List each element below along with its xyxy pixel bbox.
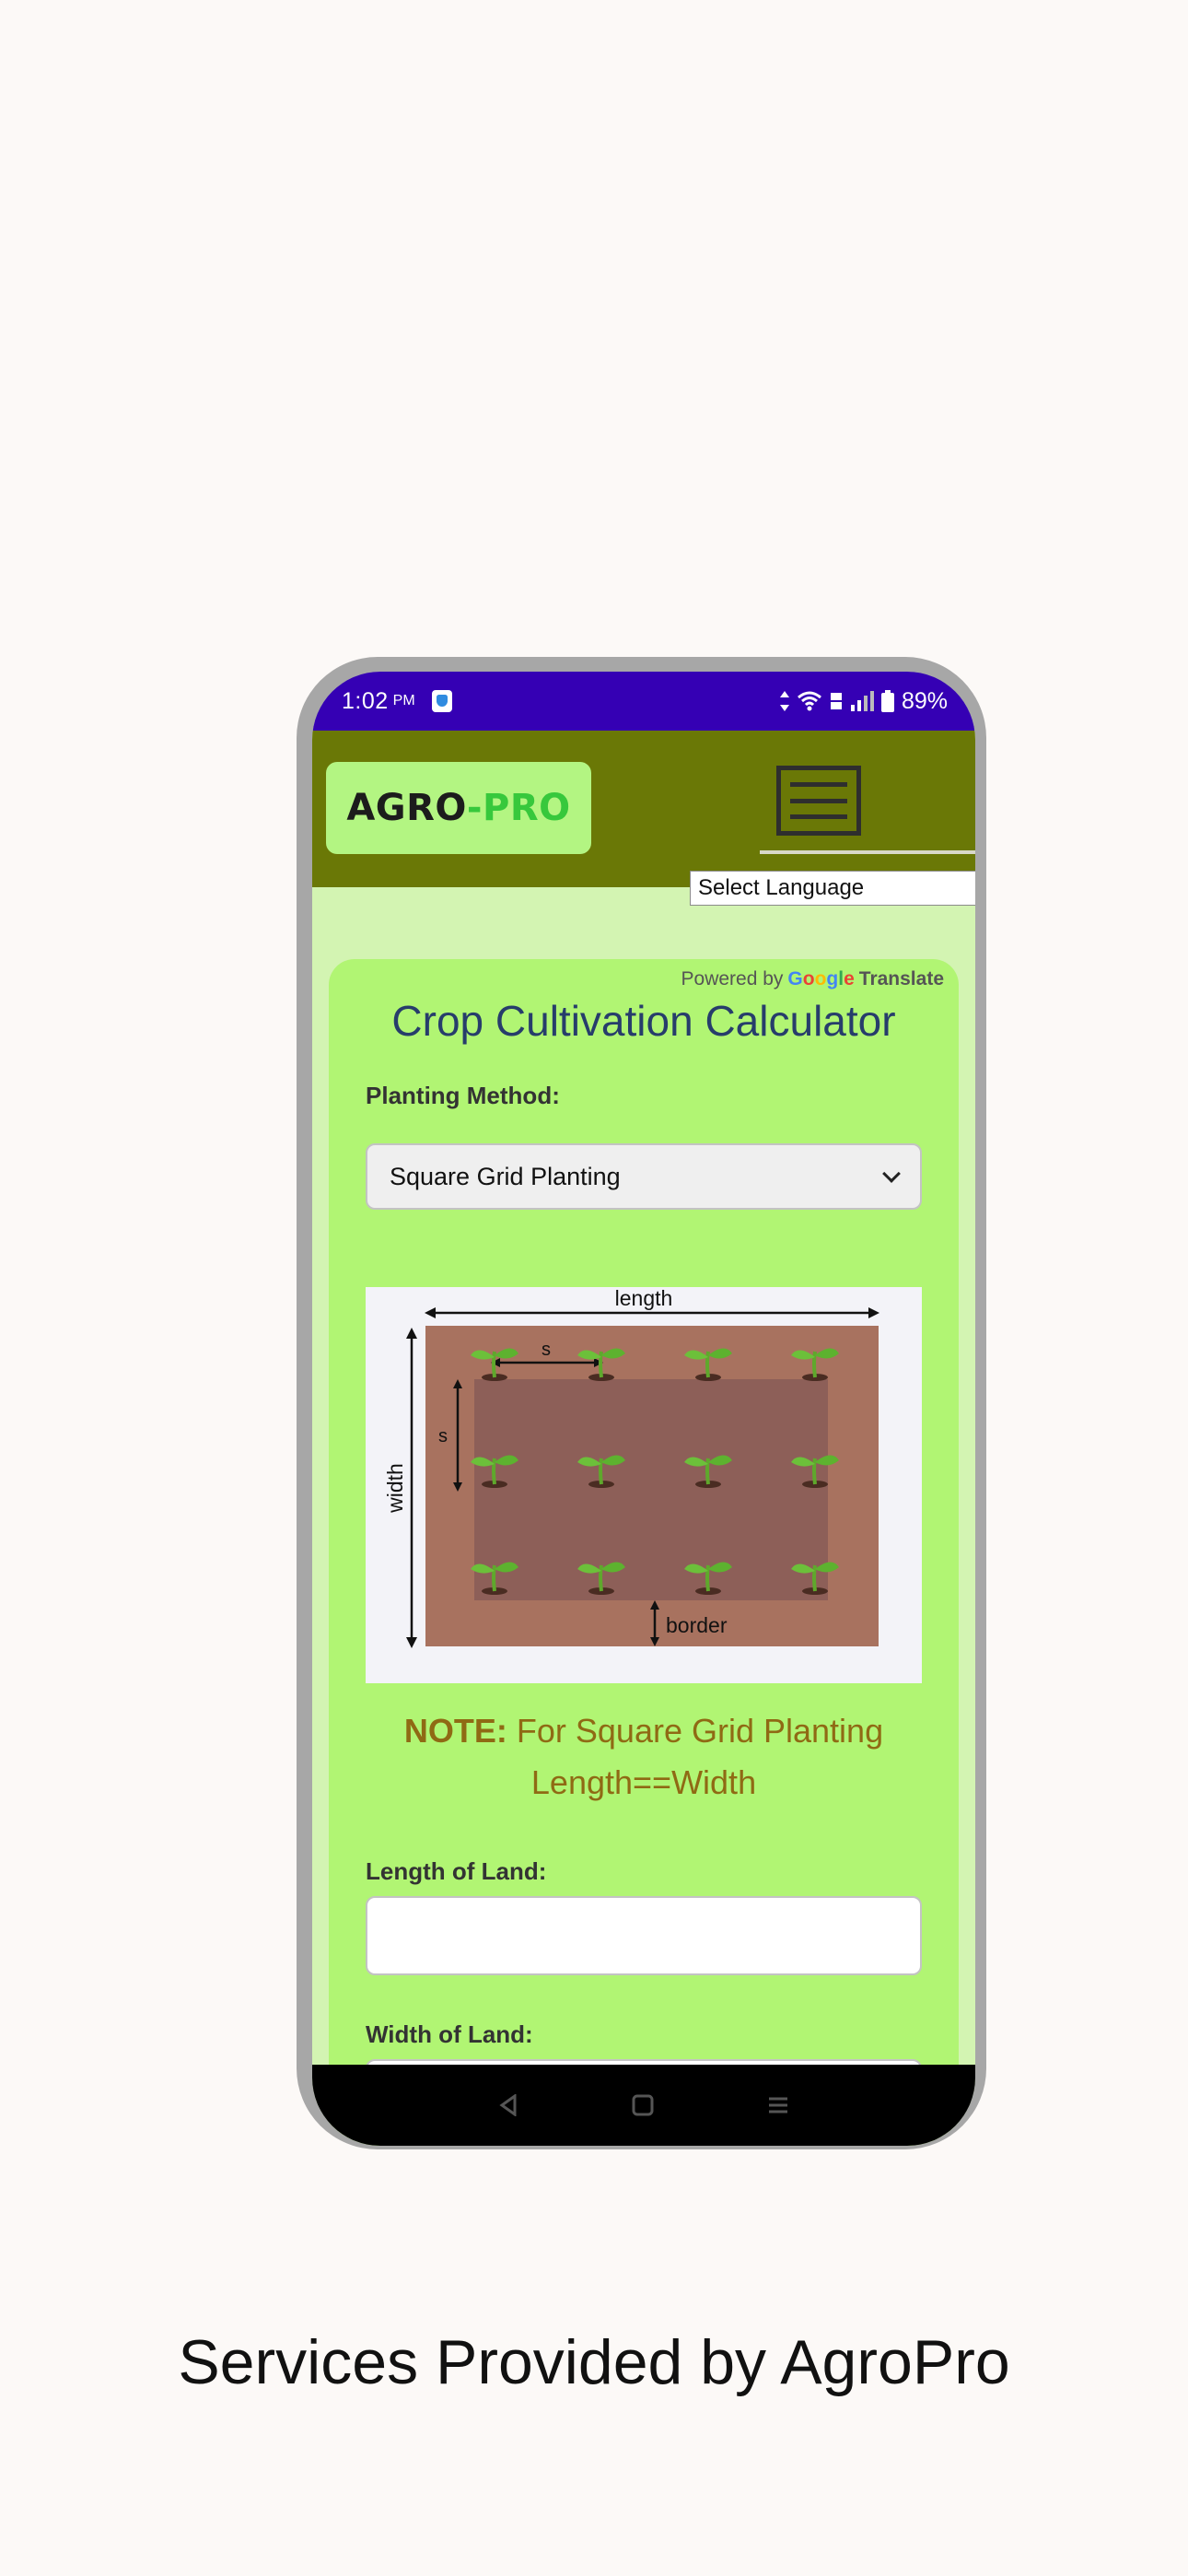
phone-screen: 1:02 PM 89% AGRO -PRO Select Language Po… [312,672,975,2146]
home-icon[interactable] [632,2094,654,2116]
app-header: AGRO -PRO Select Language [312,731,975,906]
translate-text: Translate [858,968,944,989]
data-arrows-icon [779,691,789,711]
note-label: NOTE: [403,1712,507,1750]
length-of-land-input[interactable] [366,1896,922,1975]
square-grid-diagram: length width s s border [366,1287,922,1683]
shield-icon [431,690,452,712]
language-select[interactable]: Select Language [690,871,975,906]
page: 1:02 PM 89% AGRO -PRO Select Language Po… [0,0,1188,2576]
signal-icon [850,691,874,711]
status-ampm: PM [392,693,415,708]
spacing-vertical-label: s [438,1426,448,1446]
logo-text-pro: -PRO [466,787,571,829]
spacing-horizontal-label: s [542,1340,551,1360]
wifi-icon [797,691,822,711]
status-bar: 1:02 PM 89% [312,672,975,731]
status-time: 1:02 [342,687,389,714]
caption: Services Provided by AgroPro [178,2327,1010,2397]
google-translate-attribution[interactable]: Powered by Google Translate [681,968,944,990]
chevron-down-icon [882,1165,901,1183]
volte-icon [830,691,843,711]
status-icons: 89% [779,687,948,715]
note-text: NOTE: For Square Grid Planting Length==W… [329,1705,959,1809]
width-of-land-label: Width of Land: [366,2020,533,2048]
powered-by-text: Powered by [681,968,784,989]
back-icon[interactable] [498,2094,518,2116]
width-label: width [383,1463,407,1514]
page-title: Crop Cultivation Calculator [391,997,896,1045]
google-logo-text: Google [787,968,855,989]
menu-line-icon [790,814,847,820]
logo-text-agro: AGRO [346,787,467,829]
battery-level: 89% [901,687,948,714]
agro-pro-logo[interactable]: AGRO -PRO [326,762,591,854]
menu-line-icon [790,781,847,787]
planting-method-value: Square Grid Planting [390,1162,621,1190]
calculator-card: Powered by Google Translate Crop Cultiva… [329,959,959,2146]
menu-line-icon [790,798,847,803]
header-divider [760,850,975,854]
note-body: For Square Grid Planting Length==Width [507,1712,884,1801]
length-of-land-label: Length of Land: [366,1857,547,1885]
battery-icon [880,690,894,712]
planting-method-select[interactable]: Square Grid Planting [366,1143,922,1210]
hamburger-menu-button[interactable] [776,766,861,836]
border-label: border [666,1613,728,1637]
planting-method-label: Planting Method: [366,1082,560,1109]
length-label: length [615,1287,673,1310]
android-navigation-bar [312,2065,975,2146]
recent-apps-icon[interactable] [767,2094,789,2116]
